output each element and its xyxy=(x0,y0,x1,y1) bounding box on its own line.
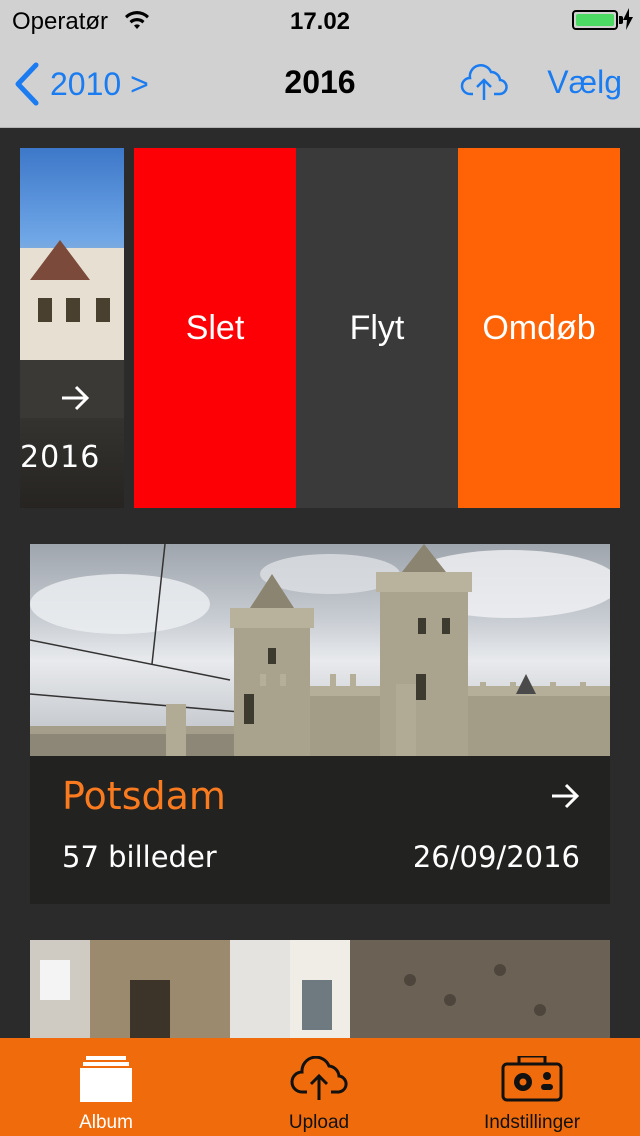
cloud-upload-icon xyxy=(290,1056,348,1100)
select-button[interactable]: Vælg xyxy=(547,64,622,101)
arrow-right-icon xyxy=(552,783,580,809)
castle-illustration xyxy=(30,544,610,756)
album-info-panel: Potsdam 57 billeder 26/09/2016 xyxy=(30,756,610,904)
charging-bolt-icon xyxy=(622,8,634,37)
photo-window xyxy=(38,298,52,322)
tab-upload-label: Upload xyxy=(288,1112,350,1133)
album-card-next[interactable] xyxy=(30,940,610,1040)
rename-button[interactable]: Omdøb xyxy=(458,148,620,508)
cloud-upload-button[interactable] xyxy=(460,62,508,107)
arrow-right-icon xyxy=(62,385,90,411)
photo-window xyxy=(66,298,80,322)
status-bar: Operatør 17.02 xyxy=(0,0,640,40)
album-cover-photo xyxy=(30,544,610,756)
album-date: 26/09/2016 xyxy=(412,840,580,874)
status-time: 17.02 xyxy=(289,8,351,35)
tab-settings-label: Indstillinger xyxy=(483,1112,581,1133)
back-button[interactable]: 2010 > xyxy=(14,62,149,106)
tab-album-label: Album xyxy=(79,1112,133,1133)
delete-button[interactable]: Slet xyxy=(134,148,296,508)
album-photo-count: 57 billeder xyxy=(62,840,217,874)
album-title: Potsdam xyxy=(62,774,226,818)
navigation-bar: 2010 > 2016 Vælg xyxy=(0,40,640,128)
album-swipe-row: 2016 Slet Flyt Omdøb xyxy=(20,148,620,508)
album-card-potsdam[interactable]: Potsdam 57 billeder 26/09/2016 xyxy=(30,544,610,904)
buildings-photo xyxy=(30,940,610,1040)
tab-bar: Album Upload Indstillinger xyxy=(0,1038,640,1136)
thumbnail-overlay xyxy=(20,360,124,508)
album-thumbnail[interactable]: 2016 xyxy=(20,148,124,508)
album-year: 2016 xyxy=(20,440,101,475)
cloud-upload-icon xyxy=(460,64,508,100)
tab-album[interactable]: Album xyxy=(46,1038,166,1136)
settings-camera-icon xyxy=(501,1056,563,1102)
back-button-label: 2010 > xyxy=(50,65,149,102)
photo-window xyxy=(96,298,110,322)
chevron-left-icon xyxy=(15,62,39,106)
album-icon xyxy=(80,1056,132,1102)
tab-settings[interactable]: Indstillinger xyxy=(462,1038,602,1136)
move-button[interactable]: Flyt xyxy=(296,148,458,508)
tab-upload[interactable]: Upload xyxy=(259,1038,379,1136)
battery-icon xyxy=(572,10,618,30)
